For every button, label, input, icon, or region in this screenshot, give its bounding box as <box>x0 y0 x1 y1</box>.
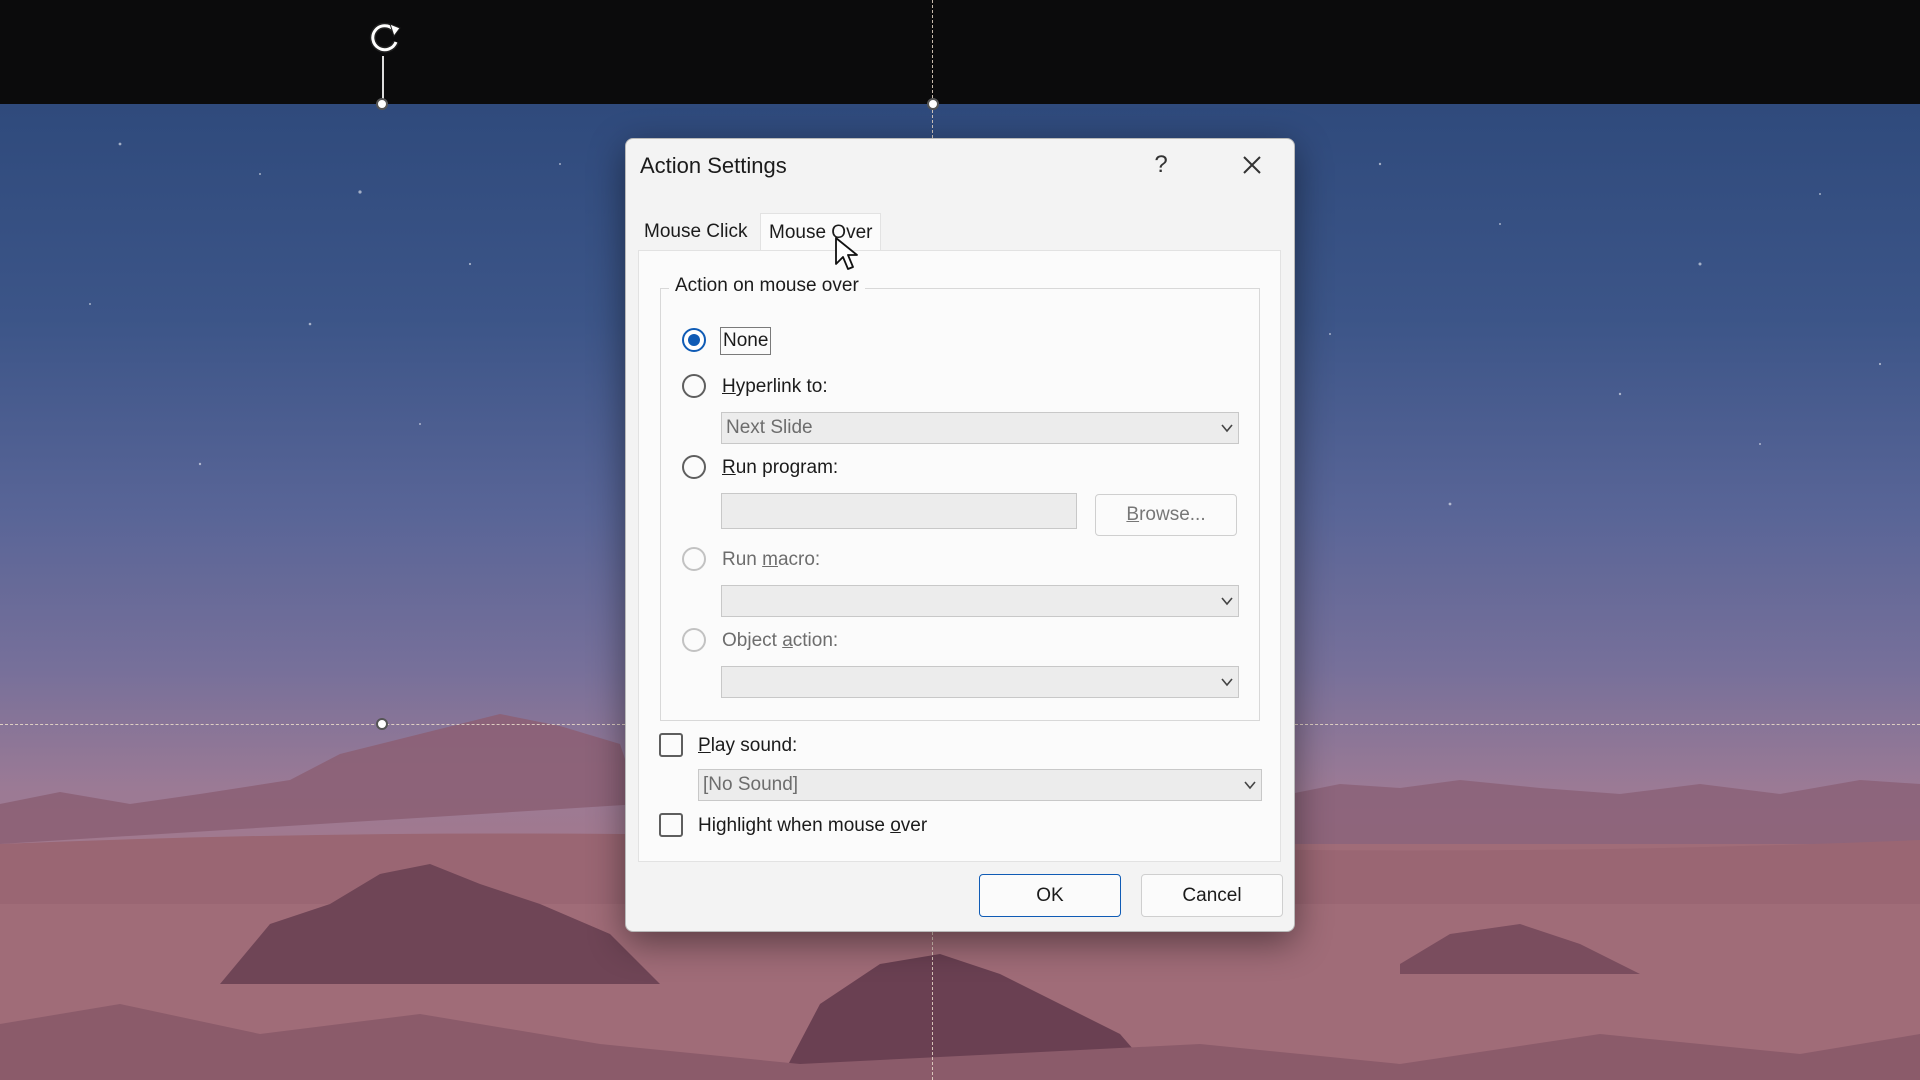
dialog-title: Action Settings <box>640 153 787 178</box>
cancel-button[interactable]: Cancel <box>1141 874 1283 917</box>
chevron-down-icon <box>1221 597 1233 606</box>
horizontal-selection-edge <box>0 724 625 725</box>
group-legend: Action on mouse over <box>669 275 865 297</box>
hyperlink-combo[interactable]: Next Slide <box>721 412 1239 444</box>
help-button[interactable]: ? <box>1138 145 1184 185</box>
mouse-cursor-icon <box>835 237 858 270</box>
label-run-program: Run program: <box>722 457 839 478</box>
rotate-icon[interactable] <box>362 16 406 60</box>
hyperlink-combo-value: Next Slide <box>726 417 813 438</box>
vertical-guide-line <box>932 0 933 138</box>
horizontal-selection-edge <box>1295 724 1920 725</box>
tab-mouse-click[interactable]: Mouse Click <box>636 215 755 249</box>
tab-mouse-over[interactable]: Mouse Over <box>760 213 882 251</box>
radio-run-macro[interactable] <box>682 547 706 571</box>
action-settings-dialog: Action Settings ? Mouse Click Mouse Over… <box>625 138 1295 932</box>
label-run-macro: Run macro: <box>722 549 821 570</box>
play-sound-checkbox[interactable] <box>659 733 683 757</box>
close-button[interactable] <box>1229 145 1275 185</box>
resize-handle-middle-left[interactable] <box>376 718 388 730</box>
vertical-guide-line <box>932 932 933 1080</box>
label-play-sound: Play sound: <box>698 735 798 756</box>
close-icon <box>1243 156 1261 174</box>
sound-combo[interactable]: [No Sound] <box>698 769 1262 801</box>
label-highlight: Highlight when mouse over <box>698 815 928 836</box>
radio-hyperlink[interactable] <box>682 374 706 398</box>
chevron-down-icon <box>1221 678 1233 687</box>
radio-run-program[interactable] <box>682 455 706 479</box>
resize-handle-top-left[interactable] <box>376 98 388 110</box>
run-macro-combo[interactable] <box>721 585 1239 617</box>
chevron-down-icon <box>1244 781 1256 790</box>
resize-handle-top-center[interactable] <box>927 98 939 110</box>
radio-none[interactable] <box>682 328 706 352</box>
label-hyperlink: Hyperlink to: <box>722 376 828 397</box>
chevron-down-icon <box>1221 424 1233 433</box>
browse-button[interactable]: Browse... <box>1095 494 1237 536</box>
run-program-input[interactable] <box>721 493 1077 529</box>
rotate-handle-stem <box>382 56 384 100</box>
label-none: None <box>720 327 772 355</box>
object-action-combo[interactable] <box>721 666 1239 698</box>
ok-button[interactable]: OK <box>979 874 1121 917</box>
highlight-checkbox[interactable] <box>659 813 683 837</box>
sound-combo-value: [No Sound] <box>703 774 799 795</box>
radio-object-action[interactable] <box>682 628 706 652</box>
presentation-editor: Action Settings ? Mouse Click Mouse Over… <box>0 0 1920 1080</box>
label-object-action: Object action: <box>722 630 839 651</box>
